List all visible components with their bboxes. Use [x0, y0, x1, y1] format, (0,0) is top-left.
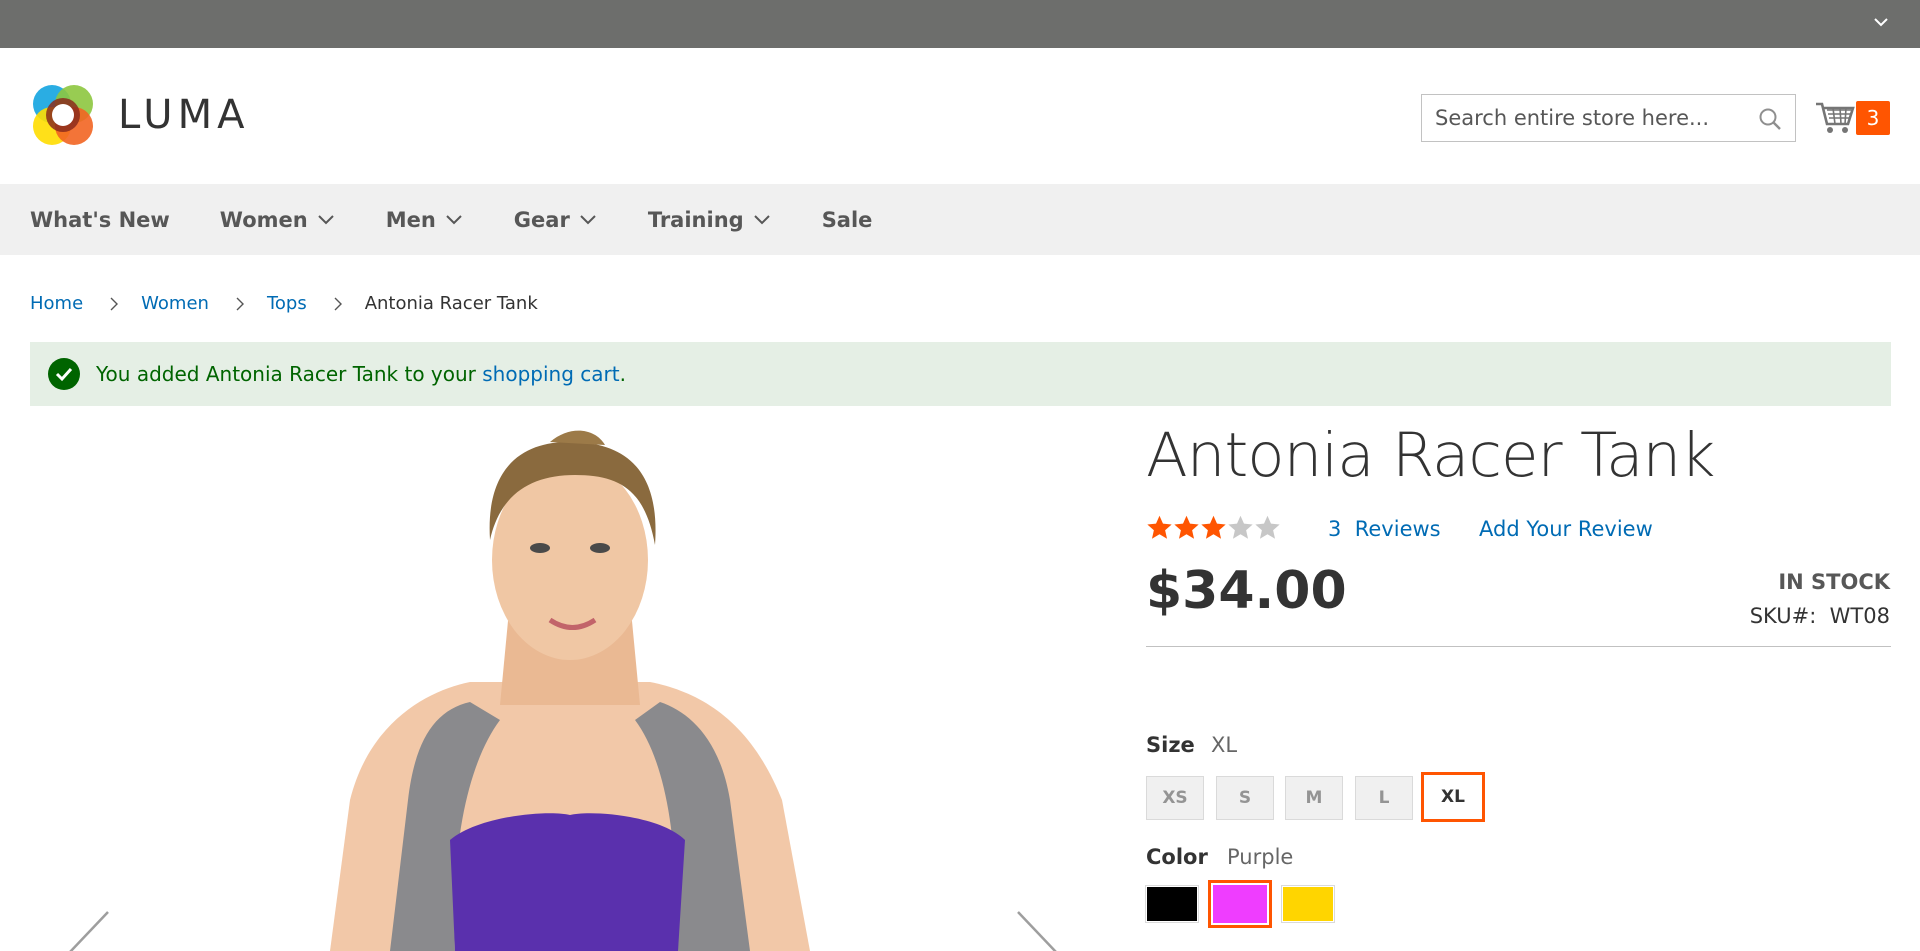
breadcrumb-women[interactable]: Women: [141, 293, 209, 314]
color-swatch-yellow[interactable]: [1281, 885, 1335, 923]
breadcrumb: Home Women Tops Antonia Racer Tank: [30, 293, 538, 314]
search-box: [1421, 94, 1796, 142]
success-message: You added Antonia Racer Tank to your sho…: [30, 342, 1891, 406]
logo-text: LUMA: [118, 92, 250, 138]
size-option-xl[interactable]: XL: [1421, 772, 1485, 822]
size-option-s[interactable]: S: [1216, 776, 1274, 820]
gallery-prev-arrow[interactable]: [66, 910, 116, 951]
main-navigation: What's New Women Men Gear Training Sale: [0, 184, 1920, 255]
checkmark-icon: [48, 358, 80, 390]
star-empty-icon: [1228, 515, 1253, 539]
nav-item-sale[interactable]: Sale: [822, 208, 873, 232]
nav-item-men[interactable]: Men: [386, 208, 464, 232]
product-title: Antonia Racer Tank: [1146, 420, 1715, 491]
breadcrumb-current: Antonia Racer Tank: [364, 293, 538, 314]
breadcrumb-tops[interactable]: Tops: [267, 293, 307, 314]
nav-label: Sale: [821, 207, 873, 232]
cart-icon[interactable]: [1814, 98, 1858, 136]
divider: [1146, 646, 1891, 647]
star-empty-icon: [1255, 515, 1280, 539]
cart-counter-badge[interactable]: 3: [1856, 101, 1890, 135]
star-filled-icon: [1201, 515, 1226, 539]
stock-status: IN STOCK: [1778, 570, 1890, 594]
add-review-link[interactable]: Add Your Review: [1479, 517, 1653, 541]
store-logo[interactable]: LUMA: [30, 82, 249, 148]
color-swatch-purple[interactable]: [1208, 880, 1272, 928]
gallery-next-arrow[interactable]: [1010, 910, 1060, 951]
sku-label: SKU#:: [1749, 604, 1817, 628]
reviews-label: Reviews: [1354, 517, 1441, 541]
search-input[interactable]: [1422, 95, 1742, 141]
size-label: Size: [1146, 733, 1195, 757]
nav-label: Men: [385, 207, 436, 232]
chevron-right-icon: [110, 297, 119, 310]
nav-label: What's New: [30, 207, 170, 232]
color-swatch-black[interactable]: [1145, 885, 1199, 923]
breadcrumb-home[interactable]: Home: [30, 293, 83, 314]
product-gallery: [30, 420, 1070, 951]
nav-item-gear[interactable]: Gear: [514, 208, 598, 232]
nav-item-training[interactable]: Training: [648, 208, 772, 232]
product-image: [330, 430, 810, 951]
star-filled-icon: [1174, 515, 1199, 539]
message-text: You added Antonia Racer Tank to your: [96, 362, 483, 386]
size-option-l[interactable]: L: [1355, 776, 1413, 820]
chevron-down-icon: [580, 214, 596, 224]
rating-stars: [1146, 514, 1281, 541]
shopping-cart-link[interactable]: shopping cart: [482, 362, 619, 386]
nav-label: Gear: [513, 207, 570, 232]
chevron-right-icon: [236, 297, 244, 310]
chevron-down-icon: [446, 214, 462, 224]
search-icon[interactable]: [1757, 106, 1783, 132]
reviews-link[interactable]: 3 Reviews: [1328, 517, 1441, 541]
product-price: $34.00: [1146, 561, 1347, 621]
size-option-m[interactable]: M: [1285, 776, 1343, 820]
reviews-count: 3: [1328, 517, 1342, 541]
luma-logo-icon: [33, 85, 93, 145]
chevron-right-icon: [334, 297, 342, 310]
size-option-xs[interactable]: XS: [1146, 776, 1204, 820]
message-suffix: .: [619, 362, 626, 386]
product-sku: SKU#: WT08: [1750, 604, 1890, 628]
chevron-down-icon: [753, 214, 770, 224]
size-selected-value: XL: [1211, 733, 1238, 757]
star-filled-icon: [1147, 515, 1172, 539]
top-panel: [0, 0, 1920, 48]
color-selected-value: Purple: [1227, 845, 1294, 869]
nav-label: Training: [647, 207, 744, 232]
sku-value: WT08: [1829, 604, 1890, 628]
color-label: Color: [1146, 845, 1208, 869]
nav-item-whats-new[interactable]: What's New: [30, 208, 170, 232]
nav-item-women[interactable]: Women: [220, 208, 336, 232]
chevron-down-icon[interactable]: [1866, 8, 1896, 38]
chevron-down-icon: [317, 214, 334, 224]
nav-label: Women: [219, 207, 308, 232]
